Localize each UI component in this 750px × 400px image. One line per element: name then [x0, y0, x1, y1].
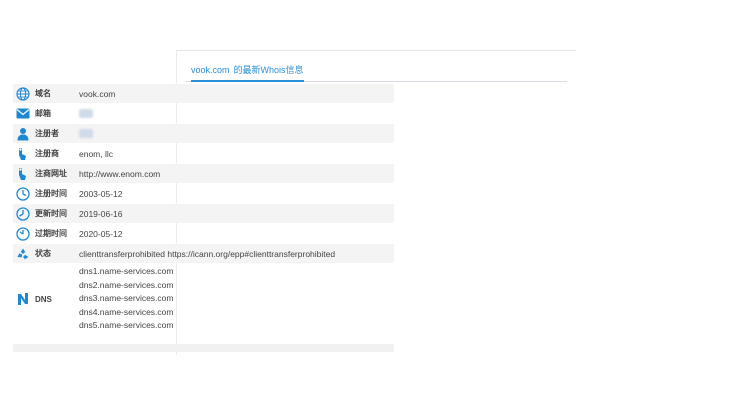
row-label: 注册商 [35, 149, 59, 158]
mail-icon [15, 106, 31, 122]
row-dns: DNS dns1.name-services.com dns2.name-ser… [13, 265, 394, 333]
redacted-value [79, 129, 93, 138]
globe-icon [15, 86, 31, 102]
recycle-icon [15, 246, 31, 262]
domain-link[interactable]: vook.com [191, 65, 230, 75]
dns-server: dns2.name-services.com [79, 279, 174, 290]
dns-label: DNS [35, 294, 52, 304]
clock-icon [15, 206, 31, 222]
row-registrant: 注册者 [13, 124, 394, 143]
user-icon [15, 126, 31, 142]
row-value: enom, llc [79, 148, 114, 159]
row-label: 更新时间 [35, 209, 67, 218]
row-registrar-url: 注商网址 http://www.enom.com [13, 164, 394, 183]
row-label: 状态 [35, 249, 51, 258]
row-label: 注册者 [35, 129, 59, 138]
row-label: 注册时间 [35, 189, 67, 198]
row-label: 过期时间 [35, 229, 67, 238]
dns-server: dns4.name-services.com [79, 306, 174, 317]
tab-title-suffix: 的最新Whois信息 [233, 65, 304, 75]
row-value: 2019-06-16 [79, 208, 123, 219]
dns-icon [15, 291, 31, 307]
dns-server: dns1.name-services.com [79, 266, 174, 277]
dns-server-list: dns1.name-services.com dns2.name-service… [79, 265, 173, 333]
registrar-url-icon [15, 166, 31, 182]
row-domain: 域名 vook.com [13, 84, 394, 103]
dns-server: dns3.name-services.com [79, 293, 174, 304]
row-email: 邮箱 [13, 104, 394, 123]
row-value: vook.com [79, 88, 116, 99]
clock-icon [15, 186, 31, 202]
registrar-url-link[interactable]: http://www.enom.com [79, 169, 160, 179]
footer-bar [13, 344, 394, 352]
row-value: 2020-05-12 [79, 228, 123, 239]
row-label: 域名 [35, 89, 51, 98]
whois-tab[interactable]: vook.com 的最新Whois信息 [191, 63, 304, 82]
row-expires: 过期时间 2020-05-12 [13, 224, 394, 243]
row-registrar: 注册商 enom, llc [13, 144, 394, 163]
row-created: 注册时间 2003-05-12 [13, 184, 394, 203]
row-updated: 更新时间 2019-06-16 [13, 204, 394, 223]
row-value: 2003-05-12 [79, 188, 123, 199]
dns-server: dns5.name-services.com [79, 320, 174, 331]
registrar-icon [15, 146, 31, 162]
row-label: 注商网址 [35, 169, 67, 178]
row-status: 状态 clienttransferprohibited https://ican… [13, 244, 394, 263]
clock-icon [15, 226, 31, 242]
redacted-value [79, 109, 93, 118]
row-value: clienttransferprohibited https://icann.o… [79, 248, 336, 259]
whois-tab-bar: vook.com 的最新Whois信息 [185, 59, 567, 82]
row-label: 邮箱 [35, 109, 51, 118]
